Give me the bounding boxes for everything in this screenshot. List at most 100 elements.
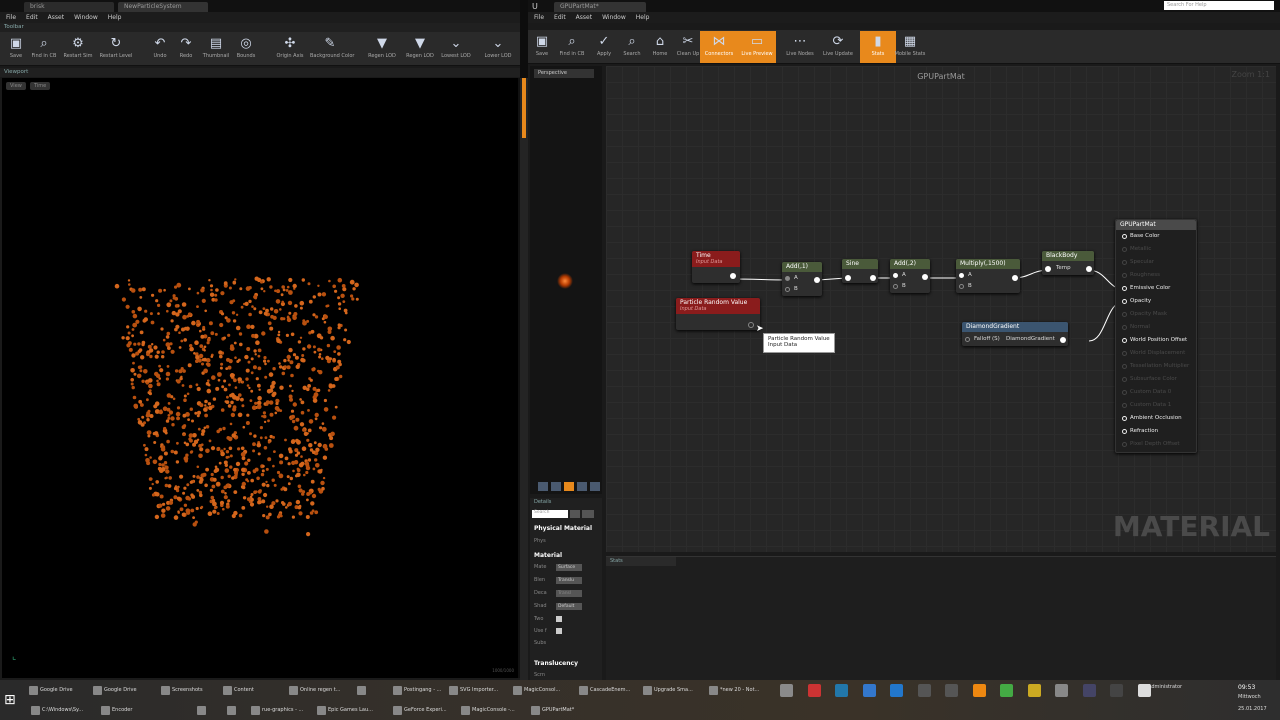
taskbar-item[interactable]: GeForce Experi... <box>392 702 456 719</box>
menu-file[interactable]: File <box>6 14 16 21</box>
toolbar-button-lowest-lod[interactable]: ⌄ Lowest LOD <box>436 36 476 59</box>
details-tab[interactable]: Details <box>534 499 551 505</box>
tab-brisk[interactable]: brisk <box>24 2 114 12</box>
material-output-node[interactable]: GPUPartMat Base Color Metallic Specular Rou… <box>1115 219 1197 453</box>
input-pin[interactable] <box>1122 299 1127 304</box>
material-input-pixel-depth-offset[interactable]: Pixel Depth Offset <box>1122 441 1180 447</box>
tray-app-icon[interactable] <box>1082 684 1096 697</box>
clock-time[interactable]: 09:53 <box>1238 684 1255 691</box>
taskbar-item[interactable]: Online regen t... <box>288 682 352 699</box>
tray-app-icon[interactable] <box>1000 684 1013 697</box>
material-graph[interactable]: GPUPartMat Zoom 1:1 MATERIAL Time Input D… <box>606 66 1276 552</box>
taskbar-item[interactable]: MagicConsol... <box>512 682 572 699</box>
output-pin[interactable] <box>1012 275 1018 281</box>
toolbar-button-live-preview[interactable]: ▭ Live Preview <box>738 31 776 63</box>
output-pin[interactable] <box>1060 337 1066 343</box>
taskbar-item[interactable]: Google Drive <box>28 682 86 699</box>
input-pin[interactable] <box>1122 377 1127 382</box>
menu-window[interactable]: Window <box>74 14 98 21</box>
taskbar-item[interactable] <box>196 702 220 719</box>
tray-app-icon[interactable] <box>890 684 903 697</box>
input-pin[interactable] <box>1122 403 1127 408</box>
taskbar-item[interactable]: Google Drive <box>92 682 154 699</box>
output-pin[interactable] <box>748 322 754 328</box>
input-pin[interactable] <box>1122 325 1127 330</box>
input-pin[interactable] <box>1122 260 1127 265</box>
translucency-section[interactable]: Translucency <box>534 660 578 667</box>
toolbar-button-regen-lod[interactable]: ▼ Regen LOD <box>362 36 402 59</box>
tray-app-icon[interactable] <box>945 684 958 697</box>
mesh-icon[interactable] <box>590 482 600 491</box>
menu-file[interactable]: File <box>534 14 544 21</box>
toolbar-button-mobile-stats[interactable]: ▦ Mobile Stats <box>892 34 928 57</box>
taskbar-item[interactable]: rue-graphics - ... <box>250 702 312 719</box>
tab-new-particle-system[interactable]: NewParticleSystem <box>118 2 208 12</box>
cylinder-icon[interactable] <box>538 482 548 491</box>
stats-tab[interactable]: Stats <box>606 557 676 566</box>
tab-gpupartmat[interactable]: GPUPartMat* <box>554 2 646 12</box>
taskbar-item[interactable] <box>226 702 246 719</box>
input-pin[interactable] <box>1122 338 1127 343</box>
toolbar-button-find-in-cb[interactable]: ⌕ Find in CB <box>554 34 590 57</box>
window-splitter[interactable] <box>520 78 528 680</box>
taskbar-item[interactable]: *new 20 - Not... <box>708 682 768 699</box>
toolbar-button-background-color[interactable]: ✎ Background Color <box>310 36 354 59</box>
input-pin[interactable] <box>1122 442 1127 447</box>
menu-edit[interactable]: Edit <box>26 14 38 21</box>
material-input-specular[interactable]: Specular <box>1122 259 1154 265</box>
toolbar-button-live-nodes[interactable]: ⋯ Live Nodes <box>782 34 818 57</box>
sine-node[interactable]: Sine <box>842 259 878 283</box>
input-pin[interactable] <box>1122 429 1127 434</box>
material-input-tessellation-multiplier[interactable]: Tessellation Multiplier <box>1122 363 1189 369</box>
taskbar-item[interactable]: MagicConsole -... <box>460 702 528 719</box>
input-pin[interactable] <box>1122 312 1127 317</box>
material-input-custom-data-0[interactable]: Custom Data 0 <box>1122 389 1171 395</box>
output-pin[interactable] <box>922 274 928 280</box>
taskbar-item[interactable] <box>356 682 384 699</box>
input-pin[interactable] <box>1122 390 1127 395</box>
menu-help[interactable]: Help <box>636 14 650 21</box>
physical-material-section[interactable]: Physical Material <box>534 525 592 532</box>
output-pin[interactable] <box>730 273 736 279</box>
input-pin[interactable] <box>1122 247 1127 252</box>
input-pin[interactable] <box>1122 416 1127 421</box>
output-pin[interactable] <box>814 277 820 283</box>
toolbar-user[interactable]: Administrator <box>1148 684 1182 690</box>
menu-edit[interactable]: Edit <box>554 14 566 21</box>
toolbar-button-stats[interactable]: ▮ Stats <box>860 31 896 63</box>
tray-app-icon[interactable] <box>917 684 931 697</box>
material-preview[interactable]: Perspective <box>530 66 602 494</box>
tray-app-icon[interactable] <box>972 684 986 697</box>
input-pin[interactable] <box>1045 266 1051 272</box>
tray-app-icon[interactable] <box>1055 684 1068 697</box>
blackbody-node[interactable]: BlackBody Temp <box>1042 251 1094 275</box>
use-checkbox[interactable] <box>556 628 562 634</box>
tray-app-icon[interactable] <box>835 684 848 697</box>
multiply-node[interactable]: Multiply(,1500) A B <box>956 259 1020 293</box>
toolbar-button-regen-lod[interactable]: ▼ Regen LOD <box>400 36 440 59</box>
input-pin[interactable] <box>1122 273 1127 278</box>
taskbar-item[interactable]: Upgrade Sma... <box>642 682 702 699</box>
toolbar-button-restart-level[interactable]: ↻ Restart Level <box>96 36 136 59</box>
input-pin-b[interactable] <box>785 287 790 292</box>
taskbar-item[interactable]: Epic Games Lau... <box>316 702 386 719</box>
particle-viewport[interactable]: View Time ⌞ 1000/1000 <box>2 78 518 678</box>
material-input-custom-data-1[interactable]: Custom Data 1 <box>1122 402 1171 408</box>
taskbar-item[interactable]: Content <box>222 682 278 699</box>
tray-app-icon[interactable] <box>862 684 876 697</box>
input-pin[interactable] <box>1122 234 1127 239</box>
material-input-subsurface-color[interactable]: Subsurface Color <box>1122 376 1177 382</box>
add1-node[interactable]: Add(,1) A B <box>782 262 822 296</box>
input-pin[interactable] <box>1122 351 1127 356</box>
menu-asset[interactable]: Asset <box>48 14 64 21</box>
input-pin[interactable] <box>845 275 851 281</box>
input-pin-a[interactable] <box>785 276 790 281</box>
taskbar-item[interactable]: GPUPartMat* <box>530 702 590 719</box>
toolbar-button-lower-lod[interactable]: ⌄ Lower LOD <box>478 36 518 59</box>
material-input-opacity[interactable]: Opacity <box>1122 298 1151 304</box>
cube-icon[interactable] <box>577 482 587 491</box>
taskbar-item[interactable]: Screenshots <box>160 682 216 699</box>
taskbar-item[interactable]: C:\Windows\Sy... <box>30 702 94 719</box>
falloff-pin[interactable] <box>965 337 970 342</box>
output-pin[interactable] <box>1086 266 1092 272</box>
